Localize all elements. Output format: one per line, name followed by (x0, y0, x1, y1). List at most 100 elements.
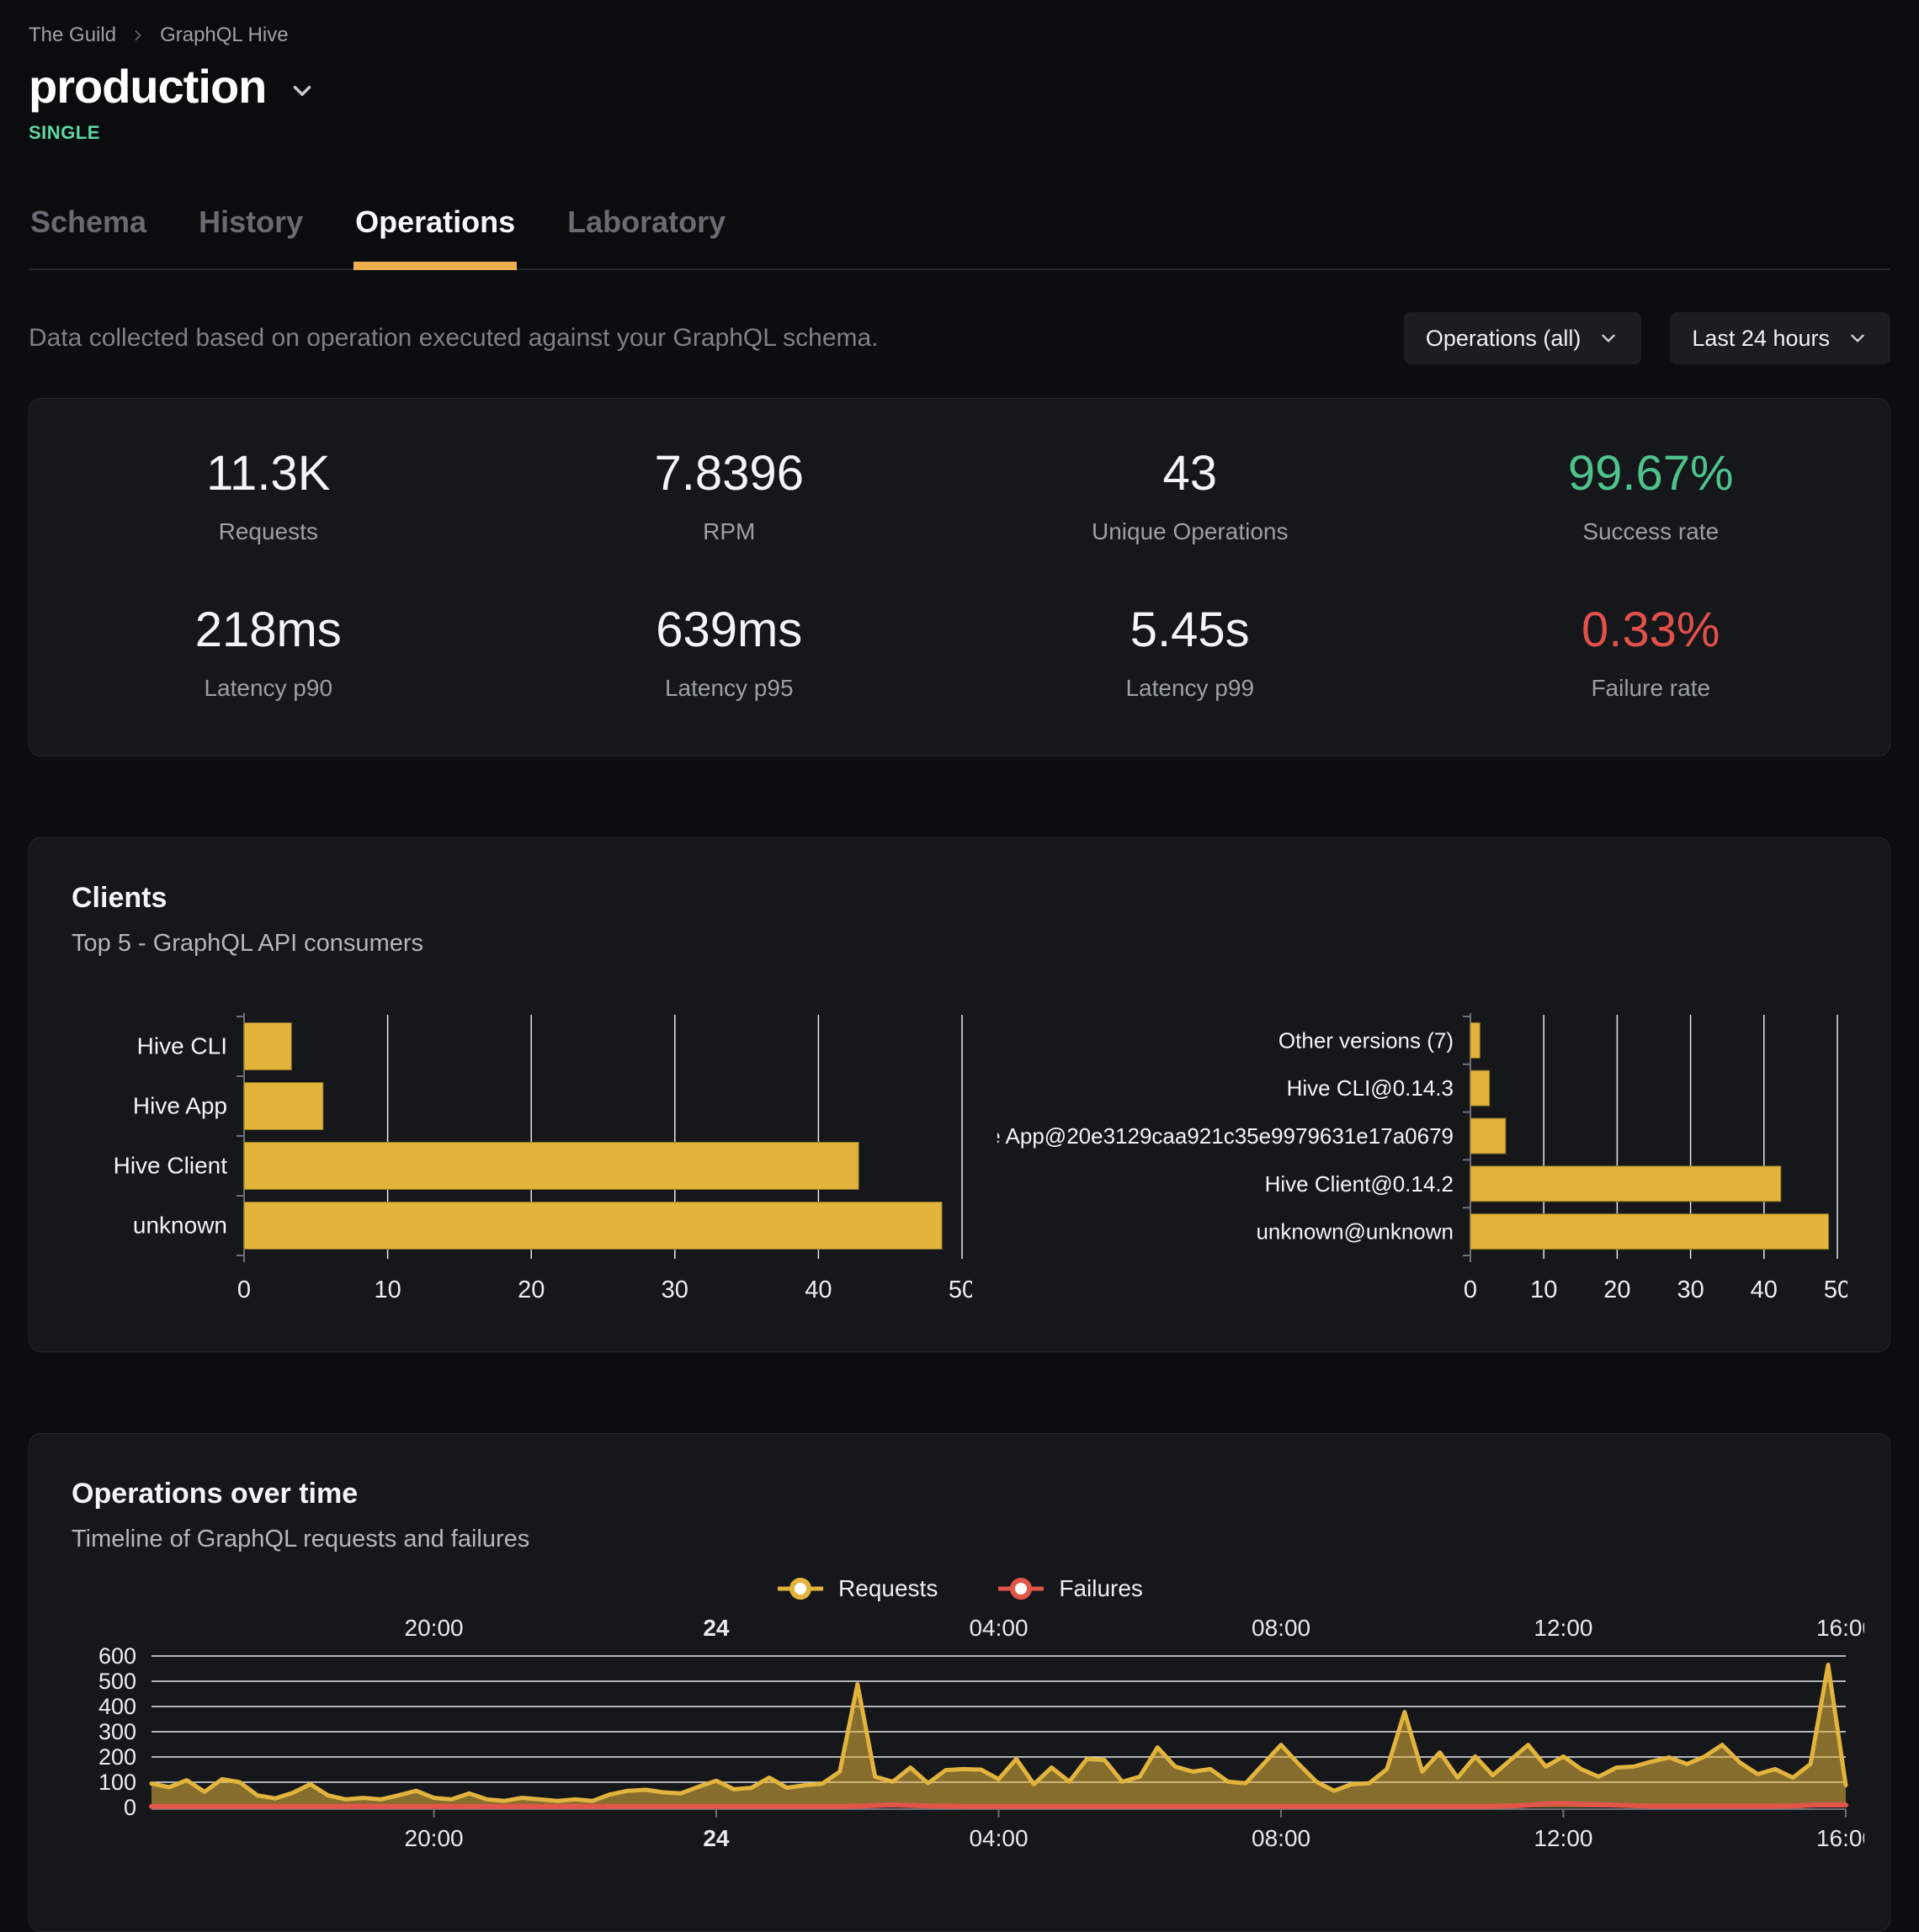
svg-text:20: 20 (518, 1276, 545, 1303)
page-description: Data collected based on operation execut… (29, 324, 879, 353)
svg-text:12:00: 12:00 (1534, 1825, 1592, 1851)
svg-text:20:00: 20:00 (405, 1615, 464, 1641)
stat-success-rate: 99.67% Success rate (1421, 449, 1882, 545)
svg-text:04:00: 04:00 (969, 1615, 1028, 1641)
tab-schema[interactable]: Schema (29, 193, 148, 270)
svg-text:50: 50 (949, 1276, 972, 1303)
stat-value: 0.33% (1421, 606, 1882, 655)
svg-text:Hive App@20e3129caa921c35e9979: Hive App@20e3129caa921c35e9979631e17a067… (997, 1123, 1454, 1149)
operations-filter-dropdown[interactable]: Operations (all) (1404, 312, 1642, 364)
requests-series-icon (776, 1577, 825, 1600)
stat-latency-p95: 639ms Latency p95 (499, 606, 960, 702)
tab-operations[interactable]: Operations (354, 193, 517, 270)
svg-text:24: 24 (703, 1825, 730, 1851)
svg-text:30: 30 (662, 1276, 688, 1303)
svg-text:500: 500 (98, 1669, 136, 1694)
chevron-right-icon (130, 27, 146, 44)
stat-label: Requests (38, 518, 499, 545)
stat-label: Latency p95 (499, 675, 960, 702)
svg-text:Hive App: Hive App (133, 1093, 227, 1119)
svg-text:10: 10 (374, 1276, 401, 1303)
clients-charts: 0 10 20 30 40 50 Hive CLI Hive App Hive Client un… (72, 1011, 1847, 1304)
stat-value: 218ms (38, 606, 499, 655)
operations-dashboard: The Guild GraphQL Hive production SINGLE… (0, 0, 1919, 1883)
page-title: production (29, 59, 266, 114)
period-filter-dropdown[interactable]: Last 24 hours (1670, 312, 1890, 364)
failures-series-icon (997, 1577, 1045, 1600)
stat-label: RPM (499, 518, 960, 545)
stat-rpm: 7.8396 RPM (499, 449, 960, 545)
svg-text:20:00: 20:00 (405, 1825, 464, 1851)
tab-bar: Schema History Operations Laboratory (29, 193, 1890, 270)
clients-panel-title: Clients (72, 882, 1847, 915)
stat-value: 7.8396 (499, 449, 960, 498)
stat-label: Latency p90 (38, 675, 499, 702)
svg-text:16:00: 16:00 (1816, 1615, 1864, 1641)
breadcrumb-project-link[interactable]: GraphQL Hive (160, 24, 289, 47)
target-selector[interactable]: production (29, 59, 316, 114)
svg-text:08:00: 08:00 (1252, 1615, 1310, 1641)
svg-text:400: 400 (98, 1694, 136, 1719)
svg-text:600: 600 (98, 1643, 136, 1669)
svg-text:unknown@unknown: unknown@unknown (1256, 1219, 1454, 1245)
stat-unique-operations: 43 Unique Operations (960, 449, 1421, 545)
stat-value: 11.3K (38, 449, 499, 498)
svg-text:30: 30 (1677, 1276, 1704, 1303)
breadcrumb-org-link[interactable]: The Guild (29, 24, 116, 47)
chevron-down-icon (1847, 327, 1868, 349)
stat-label: Unique Operations (960, 518, 1421, 545)
stat-value: 43 (960, 449, 1421, 498)
stat-label: Success rate (1421, 518, 1882, 545)
svg-text:100: 100 (98, 1770, 136, 1795)
clients-by-name-chart[interactable]: 0 10 20 30 40 50 Hive CLI Hive App Hive Client un… (72, 1011, 972, 1304)
svg-text:20: 20 (1603, 1276, 1630, 1303)
stat-value: 99.67% (1421, 449, 1882, 498)
stat-value: 5.45s (960, 606, 1421, 655)
tab-laboratory[interactable]: Laboratory (566, 193, 727, 270)
svg-text:0: 0 (1464, 1276, 1477, 1303)
legend-item-failures[interactable]: Failures (997, 1575, 1143, 1602)
svg-text:Hive CLI: Hive CLI (137, 1033, 227, 1059)
svg-text:0: 0 (237, 1276, 251, 1303)
tab-history[interactable]: History (197, 193, 305, 270)
clients-by-version-chart[interactable]: 01020304050Other versions (7)Hive CLI@0.… (997, 1011, 1847, 1304)
stat-requests: 11.3K Requests (38, 449, 499, 545)
clients-panel-subtitle: Top 5 - GraphQL API consumers (72, 930, 1847, 958)
stat-label: Latency p99 (960, 675, 1421, 702)
svg-text:24: 24 (703, 1615, 730, 1641)
svg-text:Hive Client@0.14.2: Hive Client@0.14.2 (1265, 1171, 1454, 1197)
operations-over-time-panel: Operations over time Timeline of GraphQL… (29, 1433, 1890, 1932)
svg-text:04:00: 04:00 (969, 1825, 1028, 1851)
timeline-panel-subtitle: Timeline of GraphQL requests and failure… (72, 1526, 1847, 1553)
timeline-legend: Requests Failures (72, 1575, 1847, 1602)
chevron-down-icon (288, 77, 316, 105)
legend-label: Failures (1059, 1575, 1143, 1602)
svg-text:0: 0 (124, 1795, 136, 1820)
stat-latency-p99: 5.45s Latency p99 (960, 606, 1421, 702)
requests-timeline-chart[interactable]: 0100200300400500600 20:00 20:00 24 24 04:00 04… (72, 1614, 1864, 1880)
svg-text:Other versions (7): Other versions (7) (1278, 1027, 1454, 1053)
operations-filter-value: Operations (all) (1426, 326, 1581, 352)
svg-text:200: 200 (98, 1744, 136, 1770)
toolbar: Data collected based on operation execut… (0, 270, 1919, 364)
timeline-panel-title: Operations over time (72, 1478, 1847, 1510)
breadcrumb: The Guild GraphQL Hive (29, 24, 1890, 47)
clients-panel: Clients Top 5 - GraphQL API consumers 0 1… (29, 837, 1890, 1352)
stat-latency-p90: 218ms Latency p90 (38, 606, 499, 702)
svg-text:40: 40 (1751, 1276, 1778, 1303)
svg-text:10: 10 (1530, 1276, 1557, 1303)
legend-item-requests[interactable]: Requests (776, 1575, 938, 1602)
legend-label: Requests (838, 1575, 938, 1602)
timeline-chart-wrap: 0100200300400500600 20:00 20:00 24 24 04:00 04… (72, 1614, 1847, 1884)
svg-text:16:00: 16:00 (1816, 1825, 1864, 1851)
svg-text:Hive CLI@0.14.3: Hive CLI@0.14.3 (1287, 1075, 1454, 1101)
stat-label: Failure rate (1421, 675, 1882, 702)
svg-text:Hive Client: Hive Client (114, 1153, 228, 1179)
stats-panel: 11.3K Requests 7.8396 RPM 43 Unique Oper… (29, 398, 1890, 756)
chevron-down-icon (1597, 327, 1619, 349)
svg-text:40: 40 (805, 1276, 832, 1303)
period-filter-value: Last 24 hours (1692, 326, 1830, 352)
svg-text:12:00: 12:00 (1534, 1615, 1592, 1641)
svg-text:300: 300 (98, 1719, 136, 1744)
svg-text:unknown: unknown (133, 1213, 227, 1239)
